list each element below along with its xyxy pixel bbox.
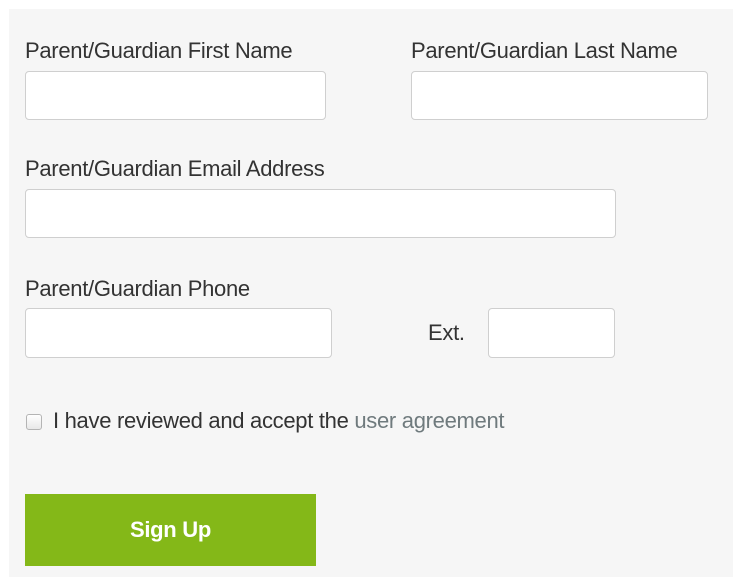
last-name-input[interactable] <box>411 71 708 120</box>
agreement-checkbox[interactable] <box>26 414 42 430</box>
ext-input[interactable] <box>488 308 615 358</box>
phone-label: Parent/Guardian Phone <box>25 276 250 301</box>
email-label: Parent/Guardian Email Address <box>25 156 325 181</box>
user-agreement-link[interactable]: user agreement <box>354 408 504 433</box>
last-name-label: Parent/Guardian Last Name <box>411 38 678 63</box>
agreement-label: I have reviewed and accept the <box>53 408 355 433</box>
email-input[interactable] <box>25 189 616 238</box>
sign-up-button[interactable]: Sign Up <box>25 494 316 566</box>
first-name-input[interactable] <box>25 71 326 120</box>
ext-label: Ext. <box>428 320 465 345</box>
first-name-label: Parent/Guardian First Name <box>25 38 293 63</box>
phone-input[interactable] <box>25 308 332 358</box>
agreement-text: I have reviewed and accept the user agre… <box>53 408 505 434</box>
